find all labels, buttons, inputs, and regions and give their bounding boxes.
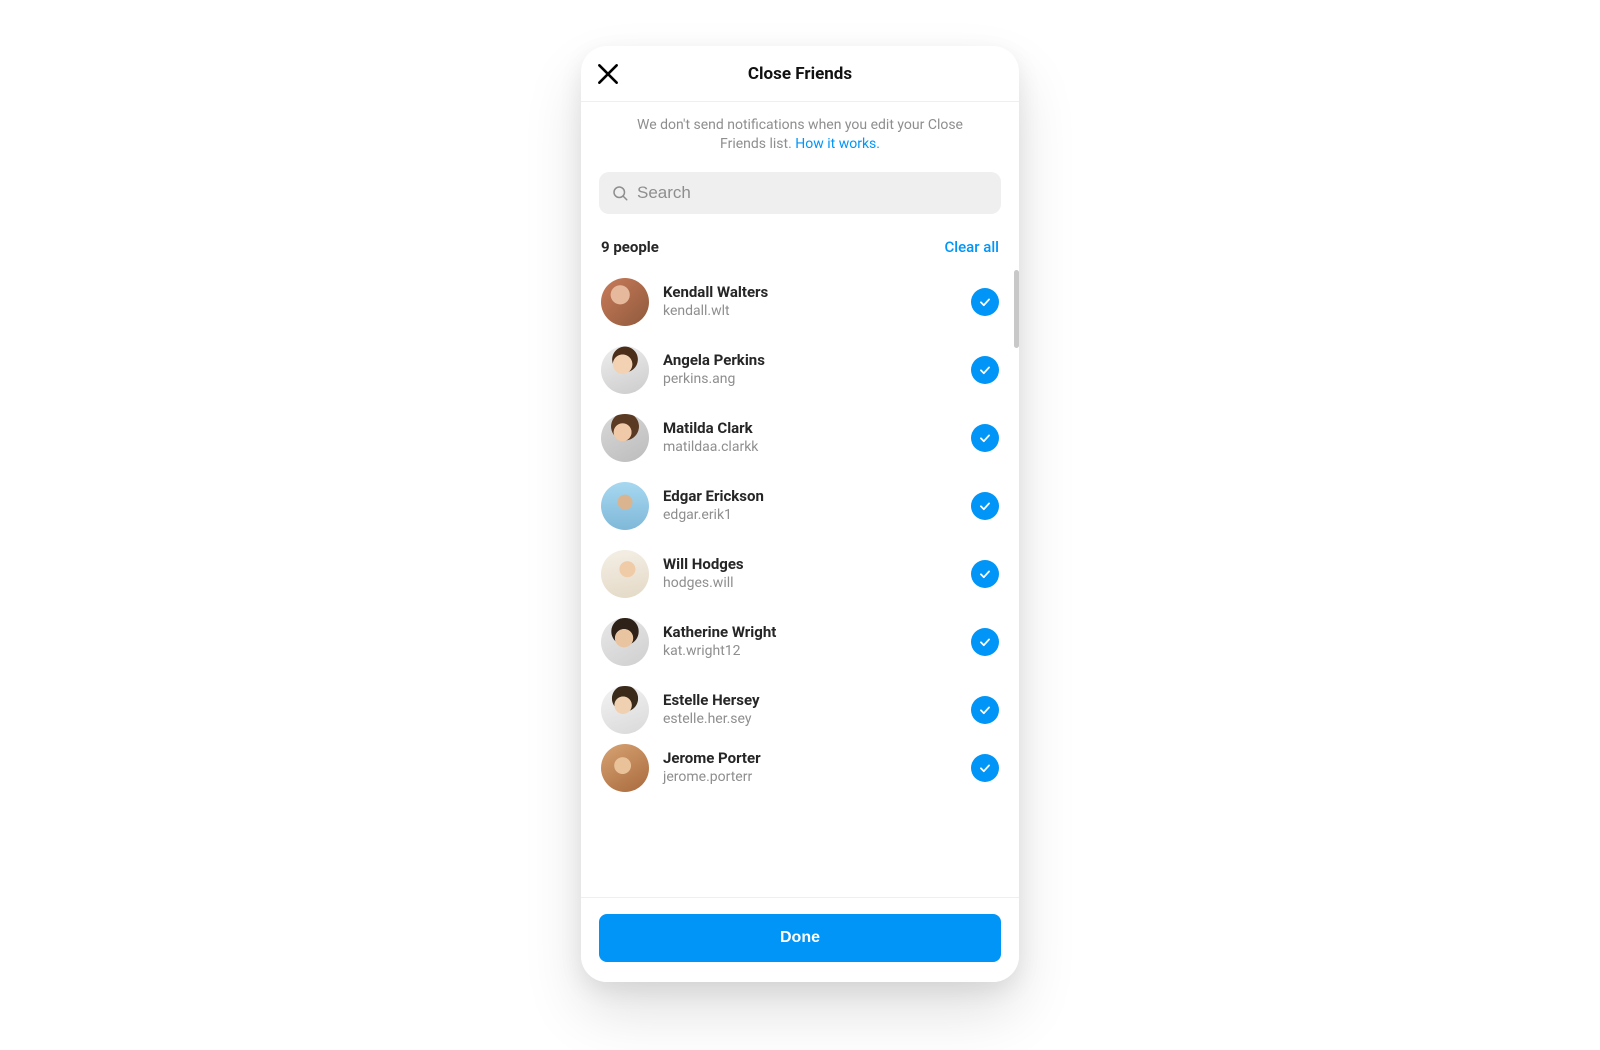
check-icon — [978, 431, 992, 445]
person-name: Kendall Walters — [663, 283, 957, 301]
selected-toggle[interactable] — [971, 356, 999, 384]
selected-toggle[interactable] — [971, 288, 999, 316]
check-icon — [978, 295, 992, 309]
avatar — [601, 414, 649, 462]
search-field[interactable] — [599, 172, 1001, 214]
count-row: 9 people Clear all — [581, 220, 1019, 264]
list-item[interactable]: Edgar Erickson edgar.erik1 — [581, 472, 1019, 540]
person-name: Jerome Porter — [663, 749, 957, 767]
close-icon — [595, 61, 621, 87]
avatar — [601, 278, 649, 326]
list-item[interactable]: Matilda Clark matildaa.clarkk — [581, 404, 1019, 472]
check-icon — [978, 761, 992, 775]
selected-toggle[interactable] — [971, 754, 999, 782]
sheet-footer: Done — [581, 897, 1019, 982]
name-block: Jerome Porter jerome.porterr — [663, 749, 957, 786]
list-item[interactable]: Jerome Porter jerome.porterr — [581, 740, 1019, 802]
selected-toggle[interactable] — [971, 424, 999, 452]
person-username: kat.wright12 — [663, 643, 957, 660]
selected-toggle[interactable] — [971, 628, 999, 656]
name-block: Matilda Clark matildaa.clarkk — [663, 419, 957, 456]
info-text: We don't send notifications when you edi… — [581, 102, 1019, 162]
person-username: estelle.her.sey — [663, 711, 957, 728]
person-name: Will Hodges — [663, 555, 957, 573]
person-username: hodges.will — [663, 575, 957, 592]
sheet-title: Close Friends — [748, 64, 852, 84]
name-block: Will Hodges hodges.will — [663, 555, 957, 592]
check-icon — [978, 635, 992, 649]
person-username: matildaa.clarkk — [663, 439, 957, 456]
search-input[interactable] — [629, 183, 989, 203]
person-username: perkins.ang — [663, 371, 957, 388]
people-count: 9 people — [601, 238, 659, 256]
selected-toggle[interactable] — [971, 492, 999, 520]
clear-all-button[interactable]: Clear all — [945, 238, 1000, 256]
done-button[interactable]: Done — [599, 914, 1001, 962]
people-list-inner: Kendall Walters kendall.wlt Angela Perki… — [581, 264, 1019, 802]
avatar — [601, 550, 649, 598]
name-block: Edgar Erickson edgar.erik1 — [663, 487, 957, 524]
person-name: Katherine Wright — [663, 623, 957, 641]
list-item[interactable]: Will Hodges hodges.will — [581, 540, 1019, 608]
selected-toggle[interactable] — [971, 696, 999, 724]
avatar — [601, 686, 649, 734]
name-block: Katherine Wright kat.wright12 — [663, 623, 957, 660]
avatar — [601, 618, 649, 666]
search-icon — [611, 184, 629, 202]
selected-toggle[interactable] — [971, 560, 999, 588]
person-username: jerome.porterr — [663, 769, 957, 786]
person-username: kendall.wlt — [663, 303, 957, 320]
close-button[interactable] — [595, 61, 621, 87]
check-icon — [978, 703, 992, 717]
people-list[interactable]: Kendall Walters kendall.wlt Angela Perki… — [581, 264, 1019, 897]
name-block: Kendall Walters kendall.wlt — [663, 283, 957, 320]
list-item[interactable]: Angela Perkins perkins.ang — [581, 336, 1019, 404]
person-name: Angela Perkins — [663, 351, 957, 369]
name-block: Angela Perkins perkins.ang — [663, 351, 957, 388]
sheet-header: Close Friends — [581, 46, 1019, 102]
person-name: Matilda Clark — [663, 419, 957, 437]
check-icon — [978, 567, 992, 581]
scrollbar-thumb[interactable] — [1014, 270, 1019, 348]
name-block: Estelle Hersey estelle.her.sey — [663, 691, 957, 728]
person-username: edgar.erik1 — [663, 507, 957, 524]
check-icon — [978, 499, 992, 513]
list-item[interactable]: Katherine Wright kat.wright12 — [581, 608, 1019, 676]
check-icon — [978, 363, 992, 377]
person-name: Estelle Hersey — [663, 691, 957, 709]
how-it-works-link[interactable]: How it works. — [795, 136, 880, 152]
list-item[interactable]: Kendall Walters kendall.wlt — [581, 268, 1019, 336]
avatar — [601, 482, 649, 530]
avatar — [601, 744, 649, 792]
person-name: Edgar Erickson — [663, 487, 957, 505]
list-item[interactable]: Estelle Hersey estelle.her.sey — [581, 676, 1019, 740]
avatar — [601, 346, 649, 394]
close-friends-sheet: Close Friends We don't send notification… — [581, 46, 1019, 982]
